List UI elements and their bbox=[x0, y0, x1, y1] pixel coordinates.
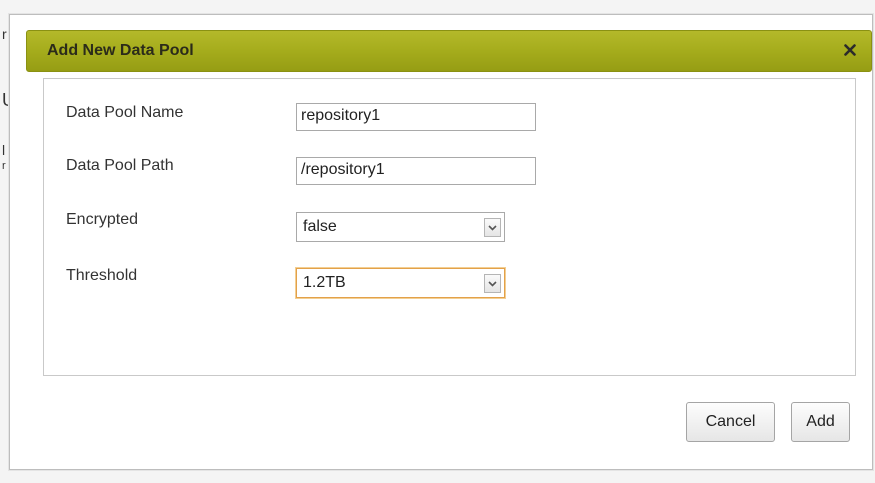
background-text: r bbox=[2, 160, 6, 172]
field-row-encrypted: Encrypted false bbox=[44, 209, 855, 242]
threshold-select[interactable]: 1.2TB bbox=[296, 268, 505, 298]
chevron-down-icon[interactable] bbox=[484, 274, 501, 293]
encrypted-select[interactable]: false bbox=[296, 212, 505, 242]
add-button[interactable]: Add bbox=[791, 402, 850, 442]
threshold-select-value: 1.2TB bbox=[303, 274, 346, 291]
field-row-name: Data Pool Name repository1 bbox=[44, 101, 855, 131]
dialog-titlebar[interactable]: Add New Data Pool bbox=[26, 30, 872, 72]
chevron-down-icon[interactable] bbox=[484, 218, 501, 237]
background-text: r bbox=[2, 26, 7, 42]
threshold-label: Threshold bbox=[66, 267, 138, 284]
data-pool-path-input[interactable]: /repository1 bbox=[296, 157, 536, 185]
chevron-down-glyph bbox=[488, 280, 497, 287]
data-pool-path-label: Data Pool Path bbox=[66, 157, 174, 174]
background-text: l bbox=[2, 142, 6, 158]
data-pool-name-input[interactable]: repository1 bbox=[296, 103, 536, 131]
chevron-down-glyph bbox=[488, 224, 497, 231]
cancel-button[interactable]: Cancel bbox=[686, 402, 775, 442]
form-panel: Data Pool Name repository1 Data Pool Pat… bbox=[43, 78, 856, 376]
encrypted-select-value: false bbox=[303, 218, 337, 235]
encrypted-label: Encrypted bbox=[66, 211, 139, 228]
data-pool-name-label: Data Pool Name bbox=[66, 104, 184, 121]
dialog-title: Add New Data Pool bbox=[47, 42, 194, 59]
field-row-threshold: Threshold 1.2TB bbox=[44, 265, 855, 298]
close-icon-glyph bbox=[844, 44, 856, 56]
field-row-path: Data Pool Path /repository1 bbox=[44, 155, 855, 185]
add-data-pool-dialog: Add New Data Pool Data Pool Name reposit… bbox=[9, 14, 873, 470]
close-icon[interactable] bbox=[839, 39, 861, 61]
